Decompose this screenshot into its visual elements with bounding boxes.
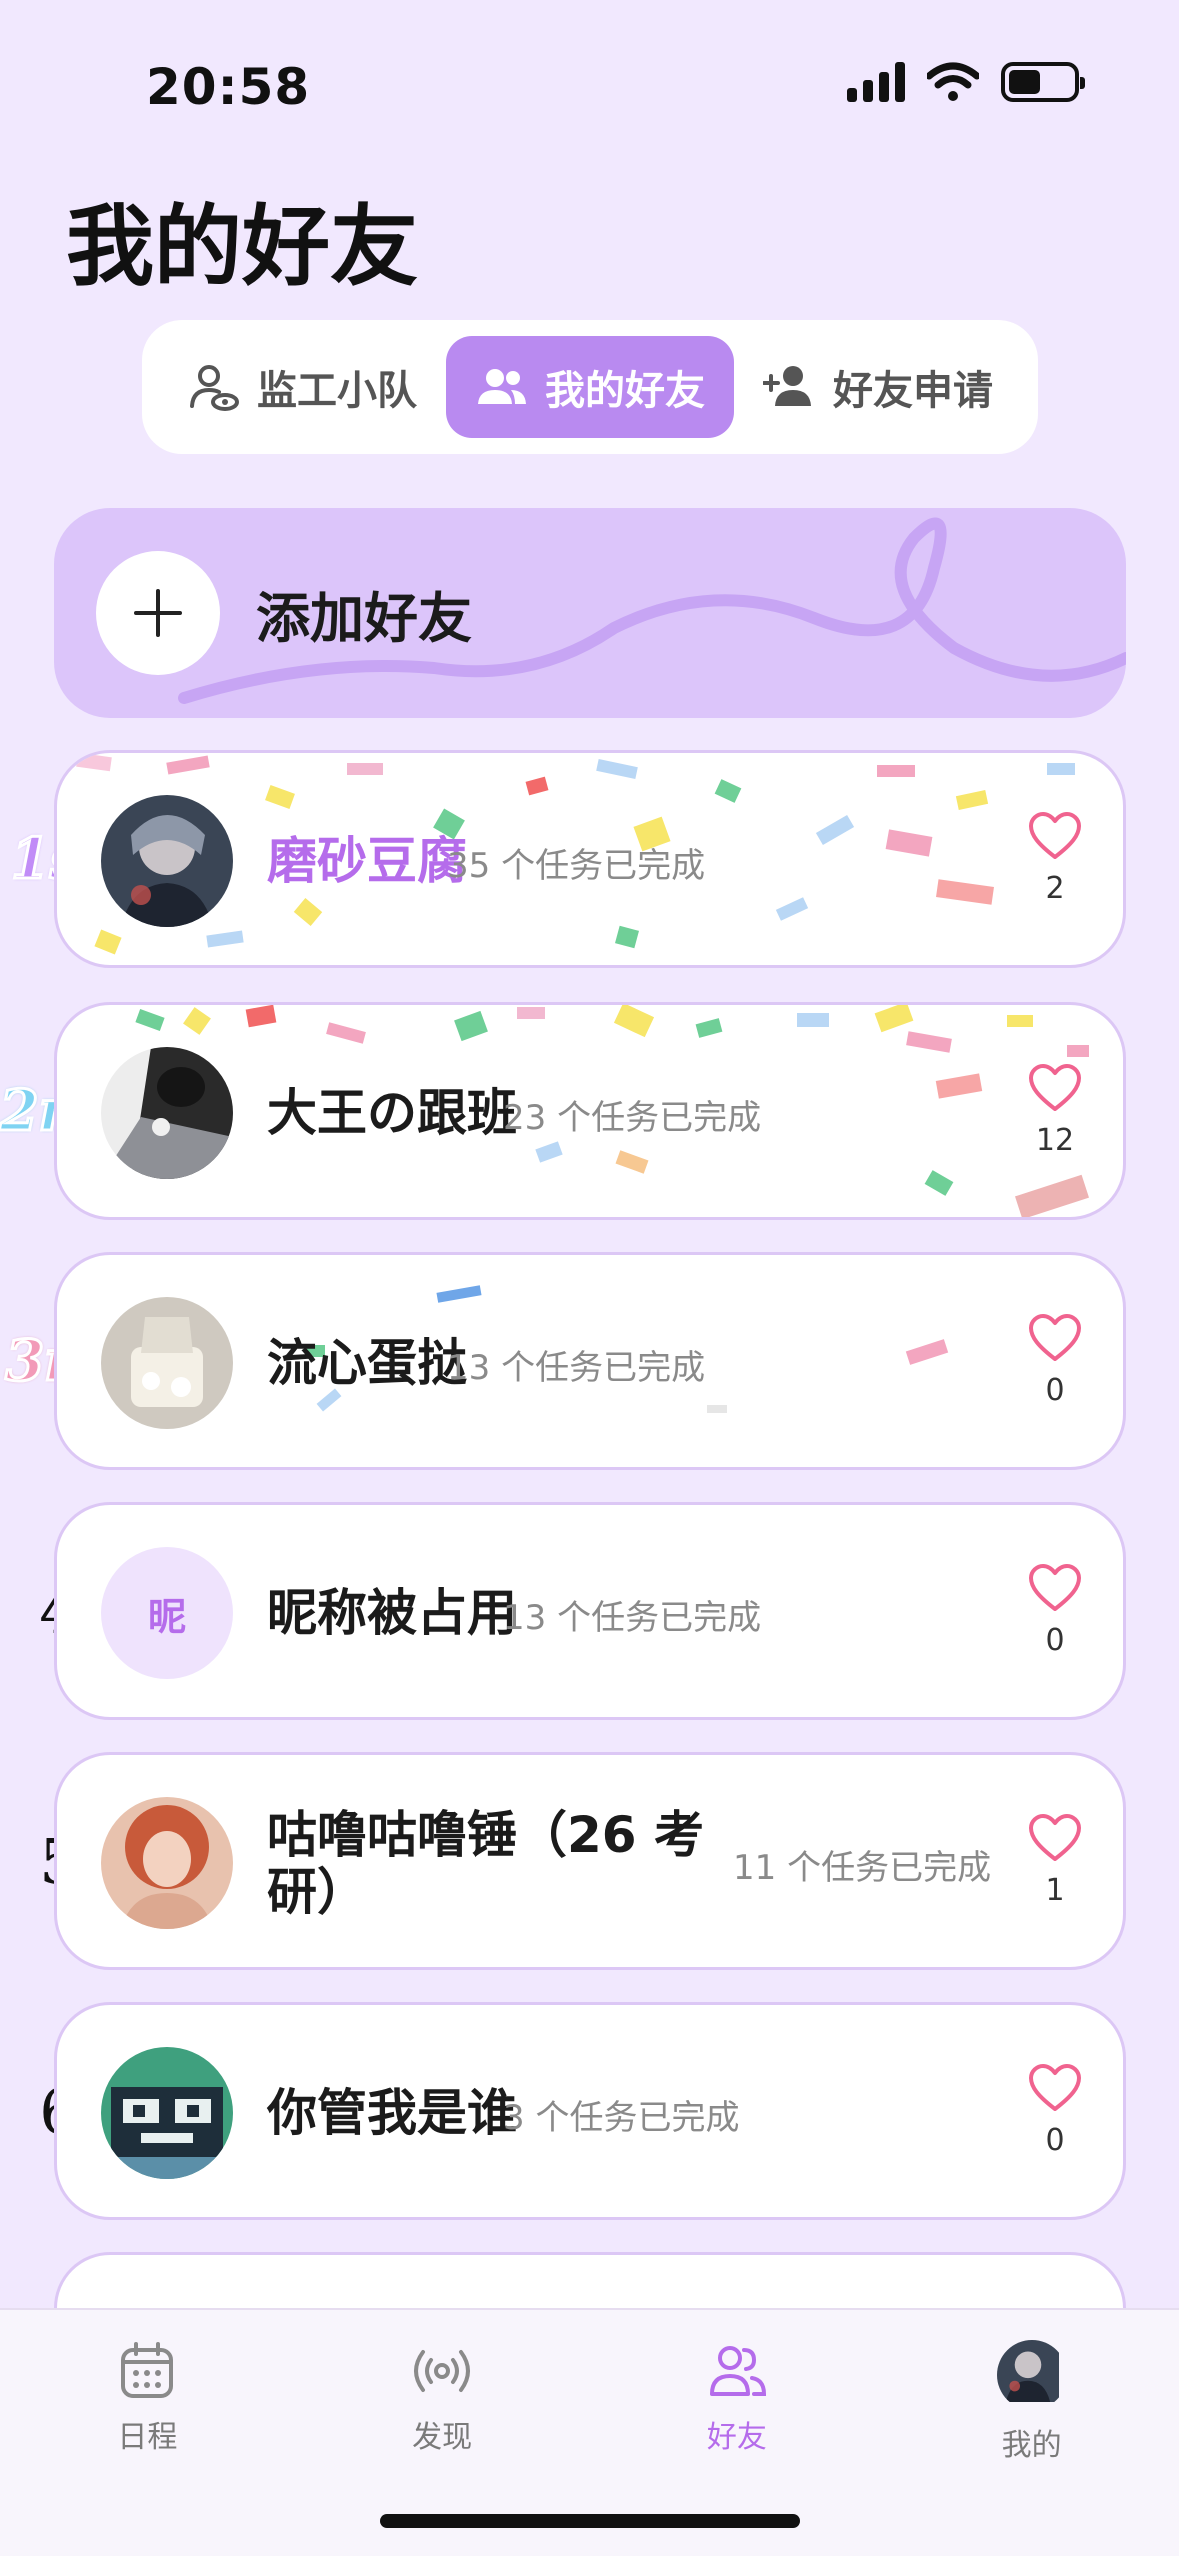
people-icon: [478, 369, 526, 404]
nav-label: 发现: [412, 2420, 473, 2455]
friend-task-count: 11 个任务已完成: [733, 1847, 992, 1888]
friend-task-count: 3 个任务已完成: [503, 2097, 740, 2138]
heart-icon: [1029, 812, 1081, 859]
heart-icon: [1029, 1314, 1081, 1361]
page-title: 我的好友: [66, 195, 419, 298]
friend-name: 流心蛋挞: [267, 1334, 467, 1393]
friend-card[interactable]: 磨砂豆腐 35 个任务已完成 2: [54, 750, 1126, 968]
nav-label: 好友: [706, 2420, 767, 2455]
like-count: 0: [1045, 1623, 1065, 1658]
tab-label: 监工小队: [257, 368, 417, 414]
friend-card[interactable]: 流心蛋挞 13 个任务已完成 0: [54, 1252, 1126, 1470]
friend-name: 大王の跟班: [267, 1084, 517, 1143]
tab-my-friends[interactable]: 我的好友: [446, 336, 734, 438]
friend-task-count: 13 个任务已完成: [447, 1347, 706, 1388]
tab-label: 好友申请: [833, 368, 993, 414]
calendar-icon: [121, 2342, 174, 2398]
friend-name: 咕噜咕噜锤（26 考研）: [267, 1805, 704, 1921]
list-item[interactable]: 1st: [0, 750, 1179, 968]
nav-label: 日程: [117, 2420, 178, 2455]
heart-icon: [1029, 1064, 1081, 1111]
friend-task-count: 23 个任务已完成: [503, 1097, 762, 1138]
person-eye-icon: [190, 365, 239, 411]
friend-card[interactable]: 你管我是谁 3 个任务已完成 0: [54, 2002, 1126, 2220]
friend-card[interactable]: 咕噜咕噜锤（26 考研） 11 个任务已完成 1: [54, 1752, 1126, 1970]
list-item[interactable]: 4 昵 昵称被占用 13 个任务已完成 0: [0, 1502, 1179, 1720]
avatar[interactable]: 昵: [101, 1547, 233, 1679]
heart-icon: [1029, 2064, 1081, 2111]
status-icons: [847, 62, 1085, 102]
like-button[interactable]: 2: [1025, 811, 1085, 906]
friends-icon: [709, 2346, 766, 2396]
nav-item-profile[interactable]: 我的: [884, 2310, 1179, 2556]
profile-avatar: [996, 2340, 1067, 2410]
friend-name: 昵称被占用: [267, 1584, 517, 1643]
friend-task-count: 13 个任务已完成: [503, 1597, 762, 1638]
friend-card[interactable]: 昵 昵称被占用 13 个任务已完成 0: [54, 1502, 1126, 1720]
like-count: 0: [1045, 2123, 1065, 2158]
friend-card[interactable]: 大王の跟班 23 个任务已完成 12: [54, 1002, 1126, 1220]
list-item[interactable]: 6 你管我是谁 3 个任务已完成 0: [0, 2002, 1179, 2220]
like-count: 0: [1045, 1373, 1065, 1408]
cellular-signal-icon: [847, 62, 905, 102]
list-item[interactable]: 5 咕噜咕噜锤（26 考研） 11 个任务已完成 1: [0, 1752, 1179, 1970]
like-button[interactable]: 0: [1025, 2063, 1085, 2158]
avatar[interactable]: [101, 2047, 233, 2179]
person-add-icon: [763, 366, 811, 406]
like-count: 12: [1035, 1123, 1075, 1158]
friends-tab-bar: 监工小队 我的好友 好友申请: [142, 320, 1038, 454]
friend-name: 你管我是谁: [267, 2084, 517, 2143]
avatar[interactable]: [101, 1047, 233, 1179]
friend-name: 磨砂豆腐: [267, 832, 467, 891]
nav-label: 我的: [1001, 2428, 1062, 2463]
wifi-icon: [927, 62, 979, 101]
battery-icon: [1001, 62, 1085, 102]
list-item[interactable]: 3rd 流心蛋挞 13 个任务已完成: [0, 1252, 1179, 1470]
heart-icon: [1029, 1564, 1081, 1611]
heart-icon: [1029, 1814, 1081, 1861]
avatar[interactable]: [101, 795, 233, 927]
like-button[interactable]: 0: [1025, 1563, 1085, 1658]
avatar[interactable]: [101, 1797, 233, 1929]
home-indicator: [380, 2514, 800, 2528]
like-button[interactable]: 1: [1025, 1813, 1085, 1908]
avatar[interactable]: [101, 1297, 233, 1429]
tab-friend-requests[interactable]: 好友申请: [734, 336, 1022, 438]
like-count: 1: [1045, 1873, 1065, 1908]
status-time: 20:58: [146, 58, 311, 116]
like-button[interactable]: 12: [1025, 1063, 1085, 1158]
nav-item-schedule[interactable]: 日程: [0, 2310, 295, 2556]
tab-label: 我的好友: [545, 368, 705, 414]
like-button[interactable]: 0: [1025, 1313, 1085, 1408]
tab-supervisor-team[interactable]: 监工小队: [158, 336, 446, 438]
like-count: 2: [1045, 871, 1065, 906]
broadcast-icon: [414, 2350, 471, 2392]
decorative-swirl: [178, 517, 1126, 704]
friend-task-count: 35 个任务已完成: [447, 845, 706, 886]
list-item[interactable]: 2nd: [0, 1002, 1179, 1220]
add-friend-card[interactable]: 添加好友: [54, 508, 1126, 718]
